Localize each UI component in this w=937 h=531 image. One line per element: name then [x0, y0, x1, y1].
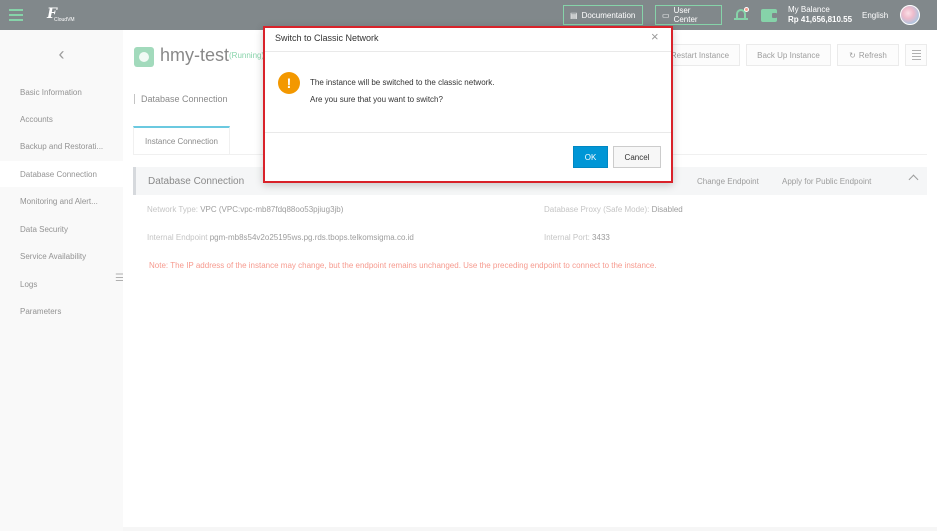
- cancel-button[interactable]: Cancel: [613, 146, 661, 168]
- dialog-footer-divider: [265, 132, 671, 133]
- warning-icon: !: [278, 72, 300, 94]
- dialog-title: Switch to Classic Network: [275, 33, 379, 43]
- dialog-question: Are you sure that you want to switch?: [310, 95, 443, 104]
- close-icon[interactable]: ×: [651, 30, 659, 44]
- switch-network-dialog: Switch to Classic Network × ! The instan…: [263, 26, 673, 183]
- ok-button[interactable]: OK: [573, 146, 608, 168]
- dialog-header: Switch to Classic Network ×: [265, 28, 671, 52]
- dialog-message: The instance will be switched to the cla…: [310, 78, 495, 87]
